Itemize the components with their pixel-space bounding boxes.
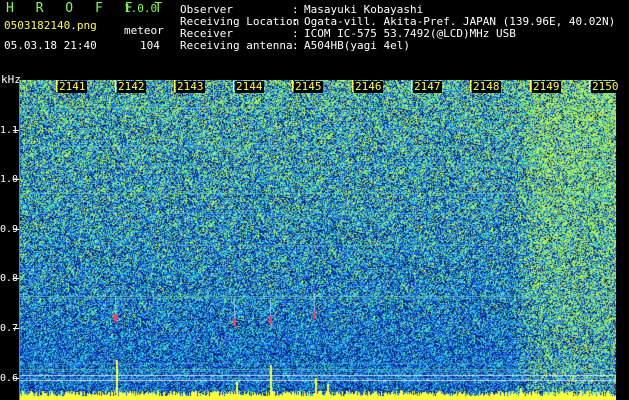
hrofft-window: H R O F F T 1.0.0 0503182140.png 05.03.1… bbox=[0, 0, 629, 400]
x-tick-label: 2142 bbox=[117, 80, 146, 93]
x-tick bbox=[411, 80, 412, 92]
x-tick bbox=[530, 80, 531, 92]
y-tick-label: 0.7 bbox=[0, 323, 19, 334]
y-tick bbox=[13, 130, 19, 131]
y-tick bbox=[13, 378, 19, 379]
y-tick-label: 1.1 bbox=[0, 125, 19, 136]
x-tick-label: 2147 bbox=[413, 80, 442, 93]
y-tick bbox=[13, 229, 19, 230]
x-tick bbox=[292, 80, 293, 92]
y-tick-label: 0.8 bbox=[0, 273, 19, 284]
x-tick-label: 2150 bbox=[591, 80, 620, 93]
antenna-key: Receiving antenna bbox=[180, 39, 293, 52]
y-tick-label: 0.6 bbox=[0, 373, 19, 384]
x-tick bbox=[589, 80, 590, 92]
app-version: 1.0.0 bbox=[124, 2, 158, 15]
y-tick-label: 0.9 bbox=[0, 224, 19, 235]
y-axis-unit: kHz bbox=[1, 73, 21, 86]
x-tick bbox=[470, 80, 471, 92]
x-tick-label: 2149 bbox=[532, 80, 561, 93]
meteor-label: meteor bbox=[124, 24, 164, 37]
antenna-colon: : bbox=[292, 39, 299, 52]
y-tick-label: 1.0 bbox=[0, 174, 19, 185]
x-tick-label: 2143 bbox=[176, 80, 205, 93]
x-tick-label: 2141 bbox=[58, 80, 87, 93]
x-tick bbox=[115, 80, 116, 92]
x-tick bbox=[56, 80, 57, 92]
file-name: 0503182140.png bbox=[4, 19, 97, 32]
spectrogram-canvas bbox=[20, 80, 616, 400]
y-tick bbox=[13, 179, 19, 180]
antenna-value: A504HB(yagi 4el) bbox=[304, 39, 410, 52]
y-axis-line bbox=[19, 80, 20, 400]
x-tick bbox=[352, 80, 353, 92]
x-tick-label: 2145 bbox=[294, 80, 323, 93]
spectrogram-panel bbox=[20, 80, 616, 400]
capture-datetime: 05.03.18 21:40 bbox=[4, 39, 97, 52]
x-tick-label: 2144 bbox=[235, 80, 264, 93]
x-tick-label: 2148 bbox=[472, 80, 501, 93]
meteor-count: 104 bbox=[140, 39, 160, 52]
x-tick bbox=[174, 80, 175, 92]
y-tick bbox=[13, 328, 19, 329]
x-tick bbox=[233, 80, 234, 92]
y-tick bbox=[13, 278, 19, 279]
x-tick-label: 2146 bbox=[354, 80, 383, 93]
